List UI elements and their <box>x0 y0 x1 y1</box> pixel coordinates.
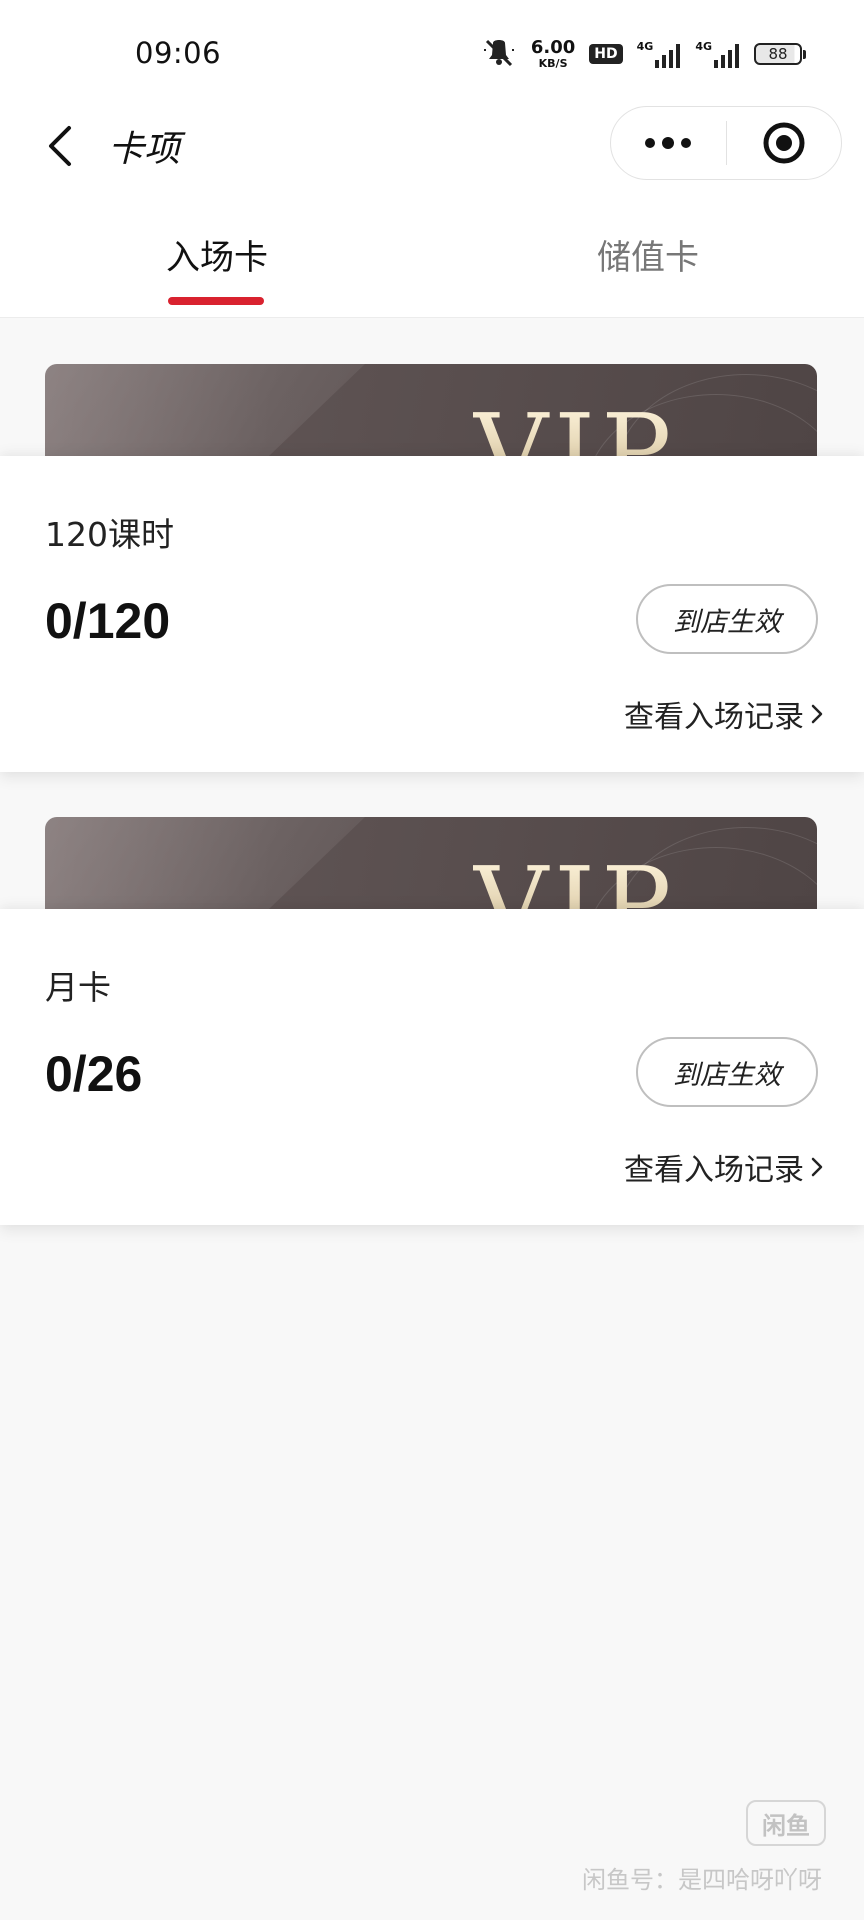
card-name: 月卡 <box>45 968 111 1007</box>
view-entry-records-label: 查看入场记录 <box>624 1153 804 1188</box>
status-bar: 09:06 6.00 KB/S HD 4G 4G 88 <box>0 0 864 100</box>
activate-in-store-button[interactable]: 到店生效 <box>636 584 818 654</box>
signal-4g-label: 4G <box>636 40 654 53</box>
battery-icon: 88 <box>754 43 806 65</box>
more-dots-icon <box>645 137 692 149</box>
chevron-right-icon <box>811 1157 823 1177</box>
active-tab-indicator <box>168 297 264 305</box>
card-usage-count: 0/26 <box>45 1046 143 1102</box>
vip-banner-text: VIP <box>473 853 677 909</box>
vip-banner-text: VIP <box>473 400 677 456</box>
watermark-logo: 闲鱼 <box>746 1800 826 1846</box>
view-entry-records-link[interactable]: 查看入场记录 <box>624 1145 824 1189</box>
nav-bar: 卡项 <box>0 100 864 190</box>
target-icon <box>763 122 805 164</box>
signal-4g-label-2: 4G <box>695 40 712 53</box>
chevron-left-icon <box>49 126 71 166</box>
mute-icon <box>481 37 517 71</box>
view-entry-records-link[interactable]: 查看入场记录 <box>624 692 824 736</box>
net-speed: 6.00 KB/S <box>530 37 576 70</box>
status-icons: 6.00 KB/S HD 4G 4G 88 <box>481 36 806 72</box>
activate-in-store-button[interactable]: 到店生效 <box>636 1037 818 1107</box>
mini-program-capsule <box>610 106 842 180</box>
hd-badge: HD <box>589 44 623 64</box>
close-miniprogram-button[interactable] <box>727 107 842 179</box>
tab-stored-value-card[interactable]: 储值卡 <box>597 230 699 279</box>
card-name: 120课时 <box>45 515 174 554</box>
card-usage-count: 0/120 <box>45 593 171 649</box>
tab-entry-card[interactable]: 入场卡 <box>166 230 268 279</box>
battery-level: 88 <box>754 43 802 65</box>
vip-card-banner[interactable]: VIP <box>45 817 817 909</box>
vip-card-banner[interactable]: VIP <box>45 364 817 456</box>
net-speed-unit: KB/S <box>538 57 568 70</box>
card-item: 120课时 0/120 到店生效 查看入场记录 <box>0 456 864 772</box>
status-time: 09:06 <box>135 36 222 70</box>
tab-bar: 入场卡 储值卡 <box>0 190 864 318</box>
signal-4g-icon: 4G <box>637 40 682 68</box>
chevron-right-icon <box>811 704 823 724</box>
page-title: 卡项 <box>108 129 181 170</box>
view-entry-records-label: 查看入场记录 <box>624 700 804 735</box>
net-speed-value: 6.00 <box>530 37 576 58</box>
watermark-text: 闲鱼号：是四哈呀吖呀 <box>582 1866 822 1894</box>
more-button[interactable] <box>611 107 726 179</box>
card-item: 月卡 0/26 到店生效 查看入场记录 <box>0 909 864 1225</box>
back-button[interactable] <box>30 116 90 176</box>
signal-4g-icon-2: 4G <box>695 40 740 68</box>
